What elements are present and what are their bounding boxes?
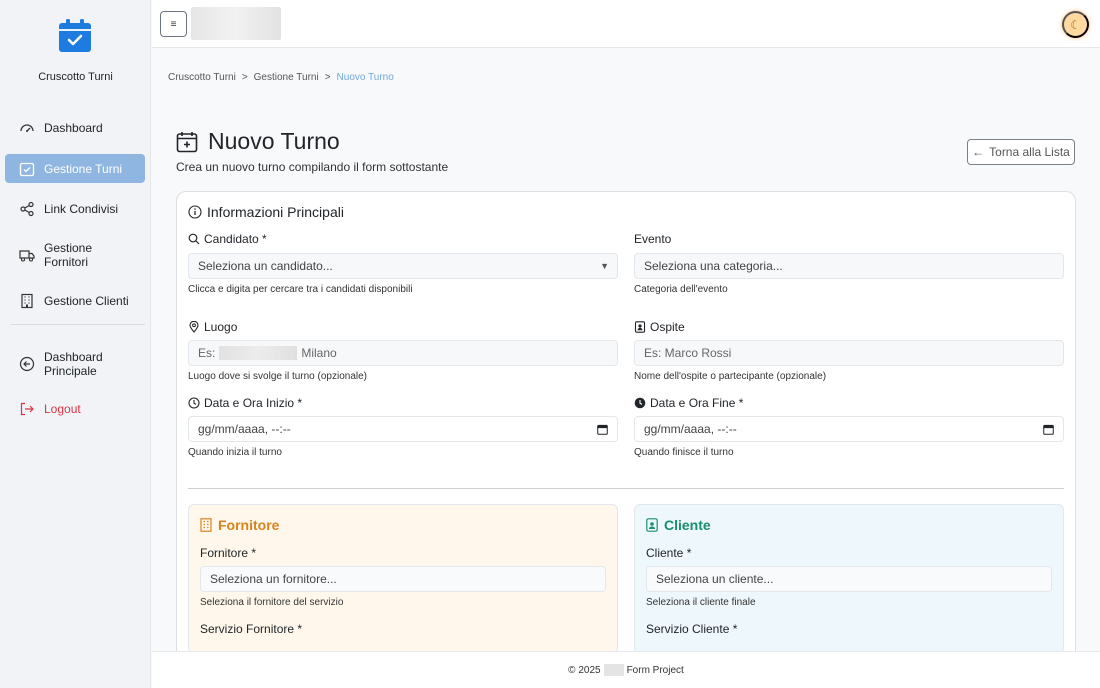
sidebar-item-label: Gestione Clienti	[44, 294, 129, 308]
theme-toggle-button[interactable]: ☾	[1062, 11, 1089, 38]
fine-datetime-input[interactable]: gg/mm/aaaa, --:--	[634, 416, 1064, 442]
ospite-label: Ospite	[634, 320, 685, 334]
calendar-plus-icon	[176, 132, 198, 153]
luogo-help: Luogo dove si svolge il turno (opzionale…	[188, 371, 367, 382]
page-title: Nuovo Turno	[208, 128, 340, 154]
breadcrumb-item[interactable]: Gestione Turni	[254, 72, 319, 83]
servizio-cliente-label: Servizio Cliente *	[646, 622, 738, 636]
sidebar-item-link-condivisi[interactable]: Link Condivisi	[5, 199, 145, 219]
sidebar-item-gestione-clienti[interactable]: Gestione Clienti	[5, 291, 145, 311]
share-icon	[20, 201, 34, 217]
location-icon	[189, 321, 199, 333]
sidebar-item-gestione-fornitori[interactable]: Gestione Fornitori	[5, 240, 145, 270]
inizio-datetime-input[interactable]: gg/mm/aaaa, --:--	[188, 416, 618, 442]
logout-icon	[20, 402, 34, 416]
section-divider	[188, 488, 1064, 489]
fornitore-select[interactable]: Seleziona un fornitore...	[200, 566, 606, 592]
moon-icon: ☾	[1070, 17, 1081, 32]
evento-help: Categoria dell'evento	[634, 284, 728, 295]
form-card: Informazioni Principali Candidato * Sele…	[176, 191, 1076, 651]
calendar-check-icon	[59, 19, 91, 52]
menu-icon: ≡	[170, 18, 177, 30]
sidebar-item-dashboard[interactable]: Dashboard	[5, 118, 145, 138]
sidebar-item-dashboard-principale[interactable]: Dashboard Principale	[5, 349, 145, 379]
person-badge-icon	[634, 321, 646, 333]
breadcrumb-separator: >	[241, 72, 248, 83]
ospite-help: Nome dell'ospite o partecipante (opziona…	[634, 371, 827, 382]
clock-filled-icon	[634, 397, 646, 409]
ospite-input[interactable]: Es: Marco Rossi	[634, 340, 1064, 366]
breadcrumb-current: Nuovo Turno	[336, 72, 394, 83]
calendar-picker-icon[interactable]	[1043, 424, 1054, 435]
fine-label: Data e Ora Fine *	[634, 396, 743, 410]
luogo-input[interactable]: Es: Milano	[188, 340, 618, 366]
breadcrumb: Cruscotto Turni > Gestione Turni > Nuovo…	[168, 72, 394, 83]
fine-help: Quando finisce il turno	[634, 447, 734, 458]
section-title: Informazioni Principali	[188, 204, 344, 220]
sidebar-item-label: Dashboard	[44, 121, 103, 135]
cliente-help: Seleziona il cliente finale	[646, 597, 756, 608]
arrow-left-circle-icon	[19, 356, 35, 372]
cliente-title: Cliente	[646, 517, 711, 533]
evento-select[interactable]: Seleziona una categoria...	[634, 253, 1064, 279]
fornitore-title: Fornitore	[200, 517, 279, 533]
fornitore-label: Fornitore *	[200, 546, 257, 560]
sidebar-item-label: Dashboard Principale	[44, 350, 103, 378]
footer: © 2025 Form Project	[152, 651, 1100, 688]
page-subtitle: Crea un nuovo turno compilando il form s…	[176, 160, 449, 174]
sidebar-item-label: Link Condivisi	[44, 202, 119, 216]
inizio-label: Data e Ora Inizio *	[188, 396, 302, 410]
candidato-label: Candidato *	[188, 232, 267, 246]
clock-icon	[188, 397, 200, 409]
luogo-label: Luogo	[188, 320, 237, 334]
sidebar-item-label: Gestione Turni	[44, 161, 123, 176]
servizio-fornitore-label: Servizio Fornitore *	[200, 622, 303, 636]
cliente-panel: Cliente Cliente * Seleziona un cliente..…	[634, 504, 1064, 651]
building-icon	[21, 293, 33, 309]
fornitore-panel: Fornitore Fornitore * Seleziona un forni…	[188, 504, 618, 651]
candidato-select[interactable]: Seleziona un candidato... ▼	[188, 253, 618, 279]
breadcrumb-item[interactable]: Cruscotto Turni	[168, 72, 236, 83]
cliente-label: Cliente *	[646, 546, 692, 560]
info-icon	[188, 205, 202, 219]
evento-label: Evento	[634, 232, 672, 246]
sidebar-item-label: Logout	[44, 402, 81, 416]
arrow-left-icon: ←	[972, 145, 985, 159]
menu-toggle-button[interactable]: ≡	[160, 11, 187, 37]
footer-copyright: © 2025	[568, 664, 601, 676]
blurred-text	[219, 346, 298, 360]
calendar-icon	[19, 162, 35, 176]
chevron-down-icon: ▼	[600, 261, 609, 271]
fornitore-help: Seleziona il fornitore del servizio	[200, 597, 344, 608]
sidebar-item-gestione-turni[interactable]: Gestione Turni	[5, 154, 145, 183]
search-icon	[188, 233, 200, 245]
sidebar-divider	[10, 324, 145, 325]
sidebar-item-logout[interactable]: Logout	[5, 399, 145, 419]
topbar: ≡ ☾	[152, 0, 1100, 48]
blurred-text	[603, 664, 624, 676]
sidebar: Cruscotto Turni Dashboard Gestione Turni…	[0, 0, 151, 688]
cliente-select[interactable]: Seleziona un cliente...	[646, 566, 1052, 592]
back-button-label: Torna alla Lista	[989, 145, 1070, 159]
breadcrumb-separator: >	[324, 72, 331, 83]
footer-project: Form Project	[626, 664, 684, 676]
calendar-picker-icon[interactable]	[597, 424, 608, 435]
sidebar-item-label: Gestione Fornitori	[44, 241, 93, 269]
truck-icon	[19, 250, 35, 262]
dashboard-icon	[20, 124, 34, 132]
person-badge-icon	[646, 518, 658, 532]
candidato-help: Clicca e digita per cercare tra i candid…	[188, 284, 413, 295]
building-icon	[200, 518, 212, 532]
back-to-list-button[interactable]: ← Torna alla Lista	[967, 139, 1075, 165]
brand-title: Cruscotto Turni	[38, 71, 113, 83]
inizio-help: Quando inizia il turno	[188, 447, 282, 458]
blurred-logo	[191, 7, 281, 40]
